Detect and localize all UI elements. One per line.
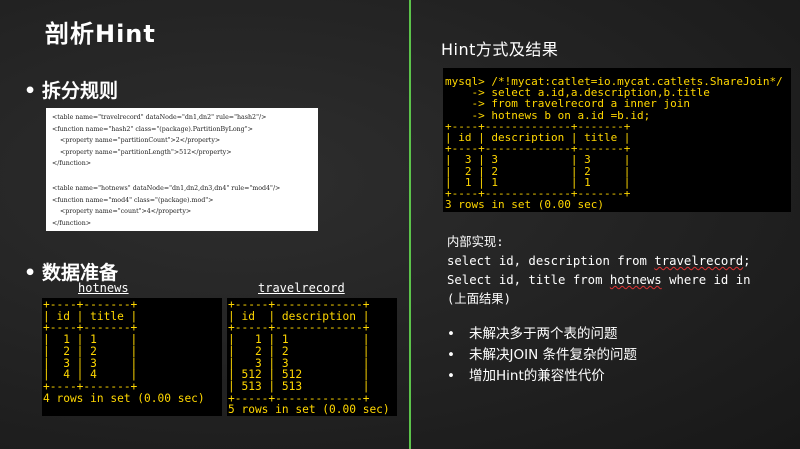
impl-title: 内部实现: — [447, 235, 504, 249]
bullet-dot: • — [447, 368, 455, 384]
impl-line-3: (上面结果) — [447, 292, 511, 306]
issue-item: • 未解决JOIN 条件复杂的问题 — [447, 347, 637, 363]
hint-section-title: Hint方式及结果 — [441, 40, 559, 59]
config-line: <function name="mod4" class="(package).m… — [52, 196, 214, 204]
bullet-dot: • — [447, 347, 455, 363]
hotnews-label: hotnews — [78, 281, 129, 295]
travelrecord-label: travelrecord — [258, 281, 345, 295]
hotnews-query-result: +----+-------+ | id | title | +----+----… — [42, 298, 222, 416]
config-line: <property name="partitionCount">2</prope… — [52, 137, 221, 144]
bullet-dot: • — [447, 326, 455, 342]
slide-title: 剖析Hint — [45, 20, 156, 48]
issue-item: • 未解决多于两个表的问题 — [447, 326, 618, 342]
impl-line-1: select id, description from travelrecord… — [447, 254, 751, 268]
bullet-label: 拆分规则 — [42, 80, 119, 102]
config-line — [52, 170, 312, 182]
issue-item: • 增加Hint的兼容性代价 — [447, 368, 605, 384]
bullet-split-rules: • 拆分规则 — [24, 76, 118, 103]
config-line: <table name="hotnews" dataNode="dn1,dn2,… — [52, 185, 281, 192]
config-line: <property name="partitionLength">512</pr… — [52, 148, 232, 156]
hint-join-query-result: mysql> /*!mycat:catlet=io.mycat.catlets.… — [443, 68, 791, 212]
vertical-divider — [409, 0, 411, 449]
internal-implementation: 内部实现: select id, description from travel… — [447, 233, 751, 309]
bullet-dot: • — [24, 80, 37, 102]
travelrecord-query-result: +-----+-------------+ | id | description… — [227, 298, 397, 416]
config-line: <function name="hash2" class="(package).… — [52, 125, 253, 133]
config-line: </function> — [52, 219, 92, 227]
rule-config-snippet: <table name="travelrecord" dataNode="dn1… — [46, 108, 318, 231]
config-line: <table name="travelrecord" dataNode="dn1… — [52, 114, 267, 121]
bullet-dot: • — [24, 262, 37, 284]
config-line: <property name="count">4</property> — [52, 208, 192, 215]
impl-line-2: Select id, title from hotnews where id i… — [447, 273, 751, 287]
config-line: </function> — [52, 160, 92, 167]
